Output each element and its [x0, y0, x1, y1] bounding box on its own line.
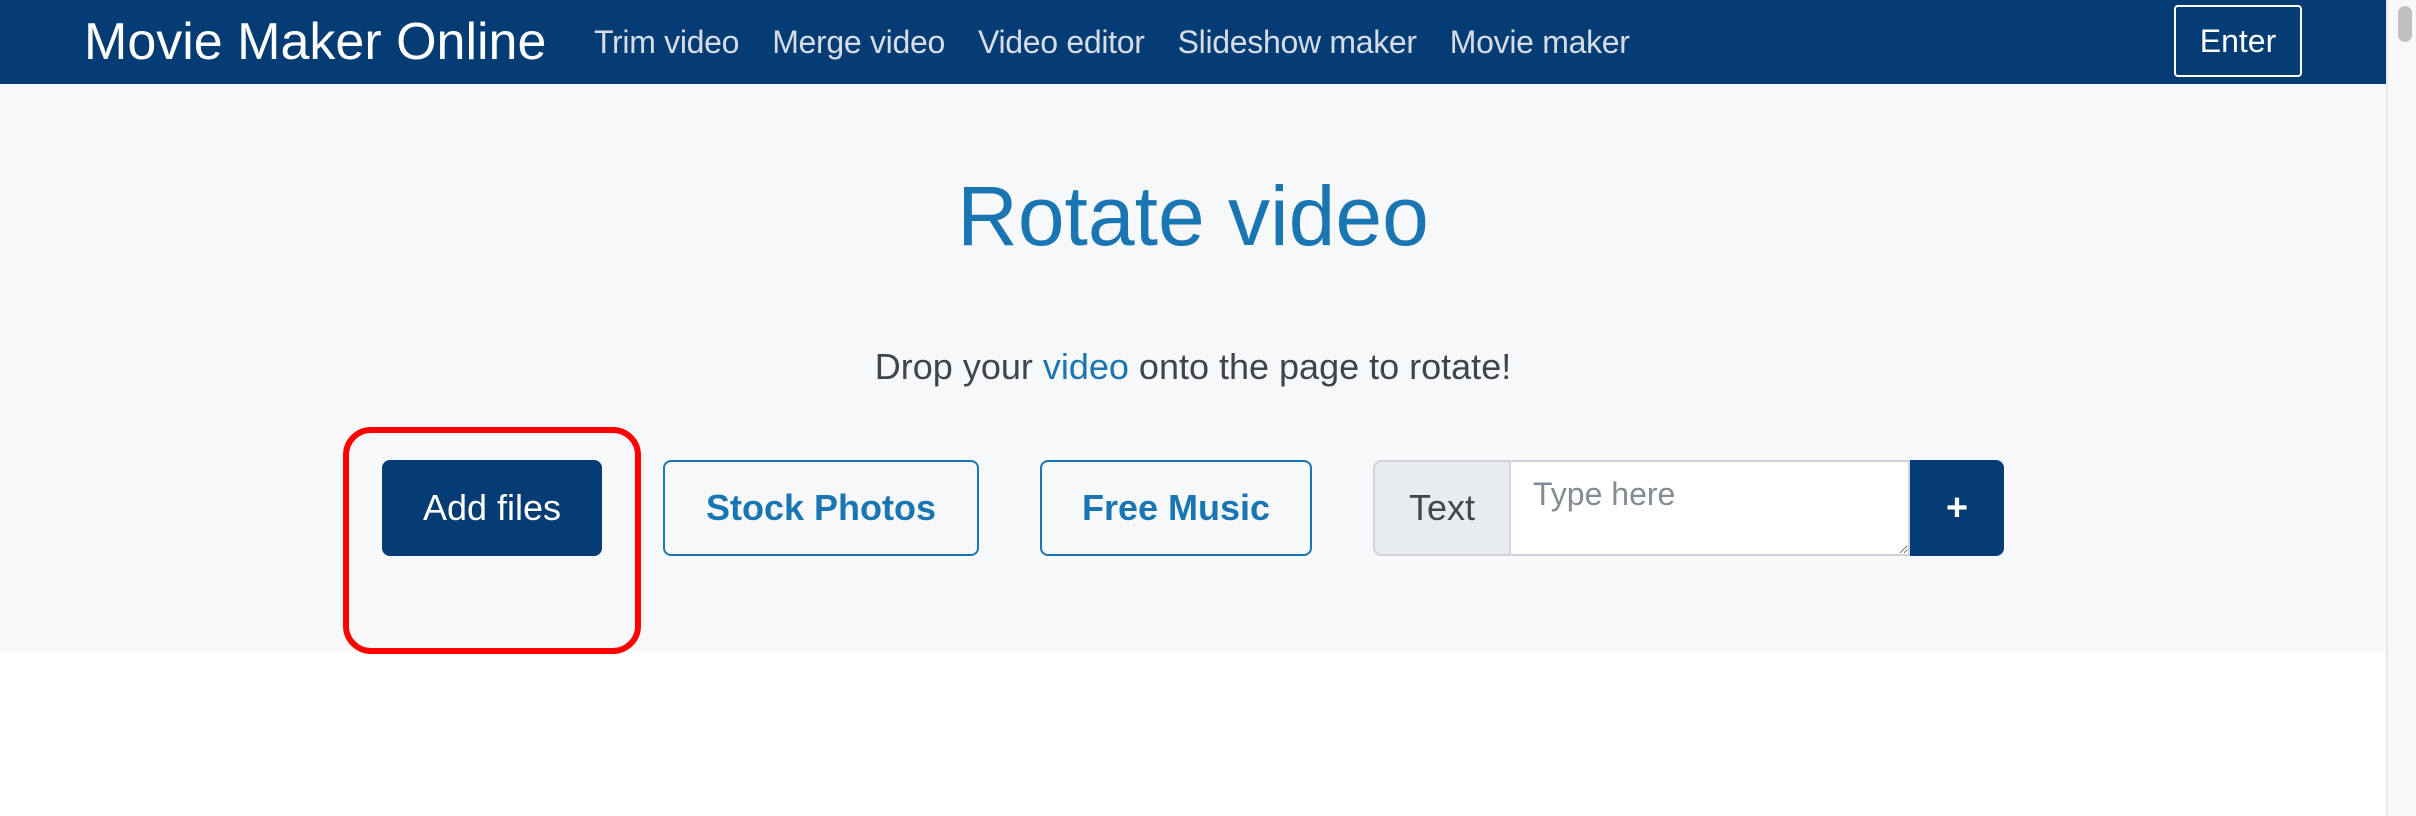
top-navbar: Movie Maker Online Trim video Merge vide…	[0, 0, 2386, 84]
enter-button[interactable]: Enter	[2174, 5, 2302, 77]
nav-link-slideshow-maker[interactable]: Slideshow maker	[1178, 24, 1417, 61]
nav-link-movie-maker[interactable]: Movie maker	[1450, 24, 1630, 61]
scrollbar-thumb[interactable]	[2398, 6, 2412, 42]
brand-logo-link[interactable]: Movie Maker Online	[84, 10, 546, 74]
video-link[interactable]: video	[1043, 346, 1129, 387]
free-music-button[interactable]: Free Music	[1040, 460, 1312, 556]
drop-instructions: Drop your video onto the page to rotate!	[0, 346, 2386, 388]
nav-link-merge-video[interactable]: Merge video	[772, 24, 945, 61]
text-input[interactable]	[1511, 460, 1910, 556]
nav-links: Trim video Merge video Video editor Slid…	[594, 0, 1663, 84]
hero-section: Rotate video Drop your video onto the pa…	[0, 84, 2386, 654]
subtitle-text-after: onto the page to rotate!	[1128, 346, 1512, 387]
add-text-button[interactable]: +	[1910, 460, 2004, 556]
nav-link-video-editor[interactable]: Video editor	[978, 24, 1145, 61]
stock-photos-button[interactable]: Stock Photos	[663, 460, 979, 556]
add-files-button[interactable]: Add files	[382, 460, 602, 556]
vertical-scrollbar[interactable]	[2386, 0, 2416, 816]
text-input-group: Text +	[1373, 460, 2004, 556]
nav-link-trim-video[interactable]: Trim video	[594, 24, 739, 61]
subtitle-text-before: Drop your	[874, 346, 1043, 387]
page: Movie Maker Online Trim video Merge vide…	[0, 0, 2386, 816]
text-addon-label: Text	[1373, 460, 1511, 556]
page-title: Rotate video	[957, 169, 1429, 263]
